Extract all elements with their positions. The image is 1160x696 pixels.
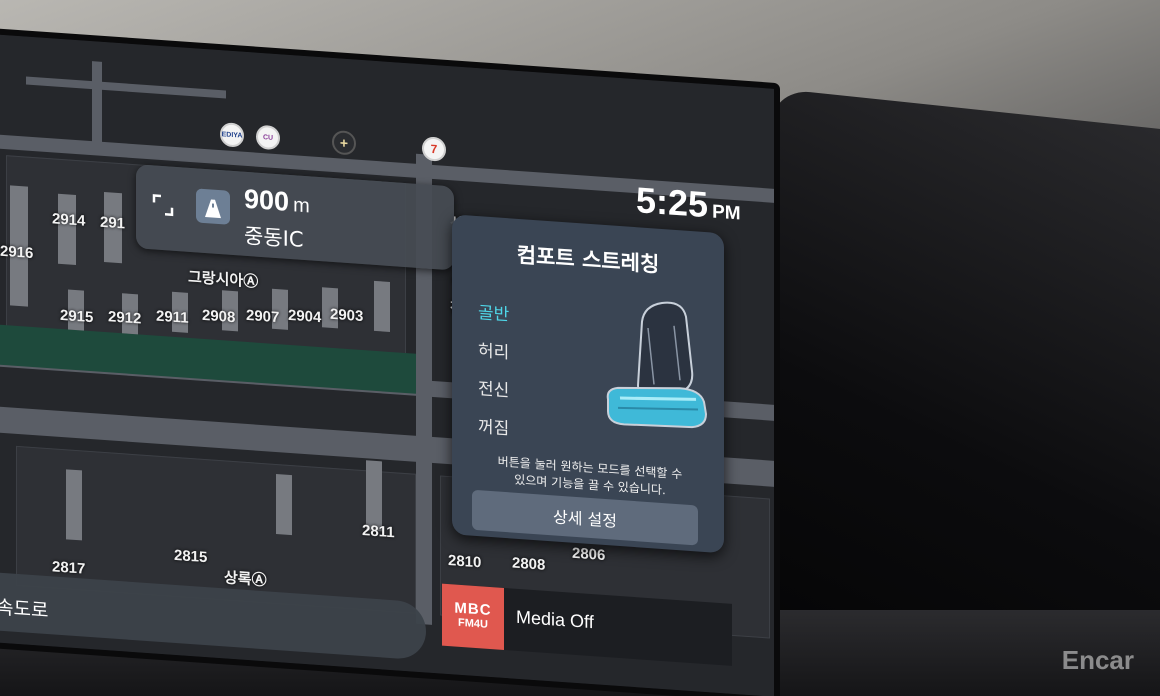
- seat-illustration-icon: [606, 301, 708, 429]
- turn-distance: 900 m: [244, 184, 310, 220]
- map-label: 2912: [108, 308, 142, 328]
- option-waist[interactable]: 허리: [478, 336, 509, 363]
- radio-station-logo[interactable]: MBC FM4U: [442, 583, 504, 650]
- map-label: 2911: [156, 307, 189, 327]
- map-label: 2915: [60, 306, 94, 327]
- church-poi-icon[interactable]: +: [332, 129, 356, 156]
- map-building: [276, 473, 292, 536]
- clock: 5:25 PM: [636, 179, 741, 228]
- comfort-stretching-popup: 컴포트 스트레칭 골반 허리 전신 꺼짐 버튼을 눌러 원하는 모드를 선택할 …: [452, 214, 724, 554]
- map-label: 2817: [52, 558, 86, 578]
- poi-label: +: [339, 134, 349, 152]
- map-label: 2904: [288, 306, 322, 327]
- map-label: 2914: [52, 210, 86, 230]
- poi-label: CU: [262, 133, 274, 142]
- logo-line: FM4U: [458, 616, 488, 631]
- current-road-name: 속도로: [0, 596, 49, 623]
- watermark: Encar: [1061, 645, 1134, 675]
- map-label: 2916: [0, 242, 34, 263]
- map-label: 291: [100, 213, 126, 233]
- map-label: 2908: [202, 306, 236, 327]
- map-label: 2907: [246, 306, 280, 327]
- map-label: 2810: [448, 552, 482, 572]
- map-building: [366, 460, 382, 532]
- map-label: 2806: [572, 544, 606, 565]
- map-building: [66, 469, 82, 541]
- road-fork-icon: [205, 199, 221, 219]
- option-off[interactable]: 꺼짐: [478, 412, 509, 439]
- distance-value: 900: [244, 183, 290, 217]
- map-road: [92, 61, 102, 152]
- poi-label: 7: [430, 141, 438, 157]
- map-label: 2815: [174, 546, 208, 567]
- map-label: 2811: [362, 522, 395, 542]
- convenience-store-poi-icon[interactable]: CU: [256, 124, 280, 151]
- distance-unit: m: [293, 194, 310, 218]
- map-place-label: 상록Ⓐ: [224, 569, 267, 590]
- option-full-body[interactable]: 전신: [478, 374, 509, 401]
- map-building: [58, 193, 76, 266]
- map-road: [26, 76, 226, 99]
- map-label: 2903: [330, 305, 364, 326]
- clock-ampm: PM: [712, 201, 741, 225]
- interchange-icon: [196, 188, 230, 225]
- map-building: [374, 280, 390, 332]
- infotainment-screen: EDIYA CU + 7 2914 291 2916 2915 2912 291…: [0, 28, 780, 696]
- option-pelvis[interactable]: 골반: [478, 298, 509, 325]
- expand-icon[interactable]: [152, 193, 174, 217]
- map-label: 2808: [512, 554, 546, 574]
- clock-time: 5:25: [636, 179, 709, 226]
- cafe-poi-icon[interactable]: EDIYA: [220, 122, 244, 148]
- expand-arrows-icon: [152, 194, 174, 217]
- dashboard-trim-panel: [770, 87, 1160, 693]
- popup-title: 컴포트 스트레칭: [516, 242, 660, 277]
- turn-destination: 중동IC: [244, 223, 304, 252]
- poi-label: EDIYA: [221, 130, 243, 140]
